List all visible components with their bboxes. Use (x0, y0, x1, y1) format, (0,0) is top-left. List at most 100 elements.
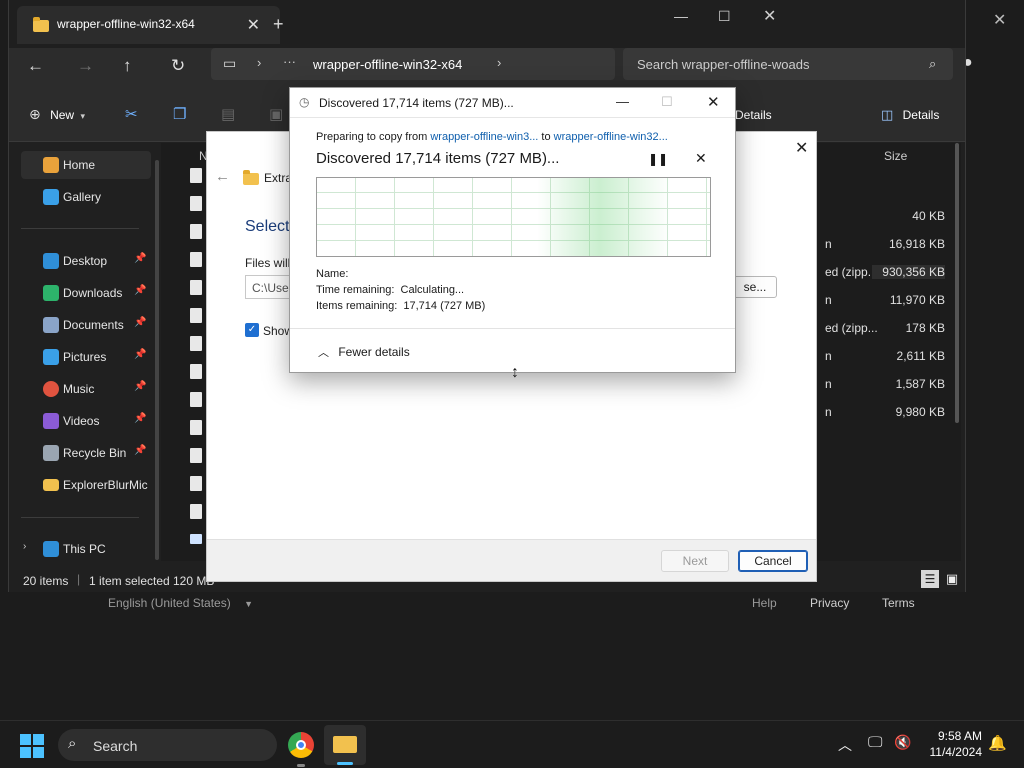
close-icon[interactable]: ✕ (707, 93, 720, 111)
music-icon (43, 381, 59, 397)
tab-wrapper-offline[interactable]: wrapper-offline-win32-x64 ✕ (17, 6, 280, 44)
taskbar-search[interactable]: ⌕ Search (58, 729, 277, 761)
source-link[interactable]: wrapper-offline-win3... (430, 131, 538, 143)
sidebar-item-home[interactable]: Home (21, 151, 151, 179)
pin-icon[interactable]: 📌 (134, 445, 146, 456)
app-active-indicator (337, 762, 353, 765)
pin-icon[interactable]: 📌 (134, 349, 146, 360)
notification-bell-icon[interactable]: 🔔 (988, 734, 1007, 752)
sidebar-item-this-pc[interactable]: › This PC (21, 535, 151, 563)
start-button[interactable] (20, 734, 44, 758)
sidebar-item-recycle-bin[interactable]: Recycle Bin 📌 (21, 439, 151, 467)
tiles-view-icon[interactable]: ▣ (943, 570, 961, 588)
chevron-down-icon: ▾ (80, 111, 85, 121)
this-pc-icon (43, 541, 59, 557)
column-header-size[interactable]: Size (884, 149, 907, 163)
pin-icon[interactable]: 📌 (134, 285, 146, 296)
language-selector[interactable]: English (United States) ▼ (108, 596, 253, 610)
cancel-copy-icon[interactable]: ✕ (695, 150, 707, 167)
close-tab-icon[interactable]: ✕ (247, 15, 260, 35)
close-icon[interactable]: ✕ (993, 10, 1006, 30)
windows-logo-icon (20, 734, 31, 745)
language-label: English (United States) (108, 596, 231, 610)
file-icon (190, 392, 202, 407)
table-cell-type: n (825, 293, 832, 307)
sidebar-item-documents[interactable]: Documents 📌 (21, 311, 151, 339)
prep-label: Preparing to copy from (316, 131, 428, 143)
show-files-checkbox[interactable]: ✓ (245, 323, 259, 337)
back-icon[interactable]: ← (215, 168, 230, 185)
sidebar-item-gallery[interactable]: Gallery (21, 183, 151, 211)
volume-muted-icon[interactable]: 🔇 (894, 734, 911, 751)
gallery-icon (43, 189, 59, 205)
new-tab-icon[interactable]: + (273, 14, 284, 35)
refresh-icon[interactable]: ↻ (171, 56, 185, 76)
cancel-button[interactable]: Cancel (738, 550, 808, 572)
pin-icon[interactable]: 📌 (134, 253, 146, 264)
selected-count: 1 item selected (89, 574, 170, 588)
file-explorer-taskbar-button[interactable] (324, 725, 366, 765)
file-icon (190, 504, 202, 519)
table-cell-size: 11,970 KB (889, 293, 945, 307)
chevron-up-icon[interactable]: ︿ (838, 735, 852, 755)
rename-icon[interactable]: ▣ (269, 105, 283, 123)
new-button[interactable]: ⊕ New ▾ (29, 106, 85, 123)
file-icon (190, 280, 202, 295)
table-cell-type: n (825, 237, 832, 251)
pin-icon[interactable]: 📌 (134, 381, 146, 392)
search-input[interactable]: Search wrapper-offline-woads (637, 57, 809, 72)
destination-link[interactable]: wrapper-offline-win32... (554, 131, 668, 143)
copy-progress-dialog: ◷ Discovered 17,714 items (727 MB)... — … (289, 87, 736, 373)
terms-link[interactable]: Terms (882, 596, 915, 610)
table-cell-size: 40 KB (912, 209, 945, 223)
pin-icon[interactable]: 📌 (134, 317, 146, 328)
search-box[interactable]: Search wrapper-offline-woads ⌕ (623, 48, 953, 80)
browse-button[interactable]: se... (733, 276, 777, 298)
back-icon[interactable]: ← (27, 56, 44, 76)
clock-icon: ◷ (299, 95, 310, 109)
network-icon[interactable]: 🖵 (868, 734, 882, 751)
sidebar-item-pictures[interactable]: Pictures 📌 (21, 343, 151, 371)
chevron-right-icon[interactable]: › (23, 541, 26, 552)
pause-icon[interactable]: ❚❚ (648, 152, 668, 166)
downloads-icon (43, 285, 59, 301)
minimize-icon[interactable]: — (616, 94, 629, 109)
next-button[interactable]: Next (661, 550, 729, 572)
sidebar-item-desktop[interactable]: Desktop 📌 (21, 247, 151, 275)
sidebar-item-downloads[interactable]: Downloads 📌 (21, 279, 151, 307)
more-icon[interactable]: ··· (283, 54, 296, 69)
divider (21, 228, 139, 229)
privacy-link[interactable]: Privacy (810, 596, 849, 610)
table-cell-size: 2,611 KB (896, 349, 945, 363)
copy-icon[interactable]: ❐ (173, 105, 186, 123)
pin-icon[interactable]: 📌 (134, 413, 146, 424)
details-view-icon[interactable]: ☰ (921, 570, 939, 588)
table-cell-type: n (825, 405, 832, 419)
cut-icon[interactable]: ✂ (125, 105, 138, 123)
paste-icon[interactable]: ▤ (221, 105, 235, 123)
up-icon[interactable]: ↑ (123, 56, 132, 76)
chrome-icon[interactable] (288, 732, 314, 758)
close-icon[interactable]: ✕ (763, 6, 776, 26)
items-remaining-value: 17,714 (727 MB) (403, 300, 486, 312)
sidebar-scrollbar[interactable] (155, 160, 159, 560)
details-pane-button[interactable]: ◫ Details (881, 107, 939, 123)
close-icon[interactable]: ✕ (795, 138, 808, 158)
maximize-icon[interactable]: ☐ (718, 8, 731, 25)
file-icon (190, 534, 202, 544)
sidebar-item-music[interactable]: Music 📌 (21, 375, 151, 403)
tab-label: wrapper-offline-win32-x64 (57, 17, 195, 31)
details-button[interactable]: Details (735, 108, 772, 122)
sidebar-item-explorerblurmica[interactable]: ExplorerBlurMic (21, 471, 151, 499)
clock[interactable]: 9:58 AM 11/4/2024 (924, 729, 983, 759)
breadcrumb[interactable]: wrapper-offline-win32-x64 (313, 57, 462, 72)
address-bar[interactable]: ▭ › ··· wrapper-offline-win32-x64 › (211, 48, 615, 80)
fewer-details-button[interactable]: ︿ Fewer details (318, 344, 410, 360)
forward-icon[interactable]: → (77, 56, 94, 76)
maximize-icon[interactable]: ☐ (661, 94, 673, 110)
sidebar-item-videos[interactable]: Videos 📌 (21, 407, 151, 435)
minimize-icon[interactable]: — (674, 8, 688, 24)
vertical-scrollbar[interactable] (955, 143, 959, 423)
windows-logo-pane (20, 747, 31, 758)
help-link[interactable]: Help (752, 596, 777, 610)
